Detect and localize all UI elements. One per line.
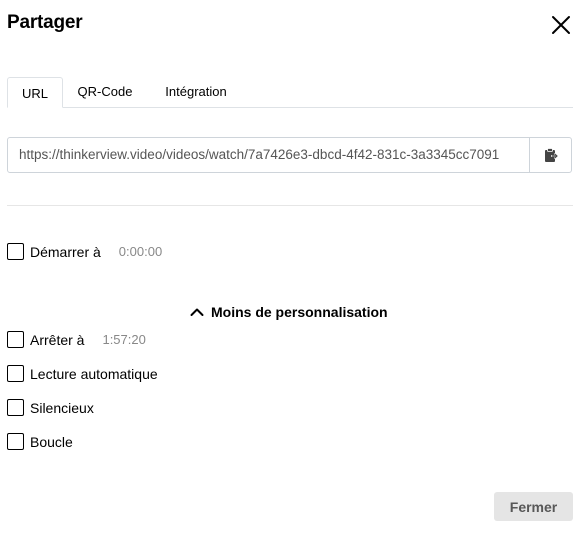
stop-at-option: Arrêter à 1:57:20 [7,331,146,348]
url-field-group: https://thinkerview.video/videos/watch/7… [7,137,572,173]
section-divider [7,205,573,206]
loop-label[interactable]: Boucle [30,434,73,450]
muted-checkbox[interactable] [7,399,24,416]
autoplay-option: Lecture automatique [7,365,158,382]
loop-option: Boucle [7,433,73,450]
loop-checkbox[interactable] [7,433,24,450]
start-at-option: Démarrer à 0:00:00 [7,243,162,260]
tab-integration[interactable]: Intégration [152,77,240,106]
stop-time-value[interactable]: 1:57:20 [102,332,145,347]
muted-label[interactable]: Silencieux [30,400,94,416]
start-at-checkbox[interactable] [7,243,24,260]
stop-at-checkbox[interactable] [7,331,24,348]
stop-at-label[interactable]: Arrêter à [30,332,84,348]
tab-bar: URL QR-Code Intégration [7,77,573,108]
toggle-label: Moins de personnalisation [211,304,388,320]
tab-qr-code[interactable]: QR-Code [67,77,143,106]
less-customization-toggle[interactable]: Moins de personnalisation [190,304,388,320]
share-dialog: Partager URL QR-Code Intégration https:/… [0,0,586,536]
close-button[interactable] [549,13,573,37]
chevron-up-icon [190,308,204,316]
muted-option: Silencieux [7,399,94,416]
start-time-value[interactable]: 0:00:00 [119,244,162,259]
copy-button[interactable] [529,138,571,172]
url-input[interactable]: https://thinkerview.video/videos/watch/7… [8,138,529,172]
autoplay-checkbox[interactable] [7,365,24,382]
close-footer-button[interactable]: Fermer [494,492,573,521]
tab-url[interactable]: URL [7,77,63,108]
dialog-title: Partager [7,12,83,33]
close-icon [552,16,570,34]
clipboard-icon [544,148,558,162]
autoplay-label[interactable]: Lecture automatique [30,366,158,382]
start-at-label[interactable]: Démarrer à [30,244,101,260]
